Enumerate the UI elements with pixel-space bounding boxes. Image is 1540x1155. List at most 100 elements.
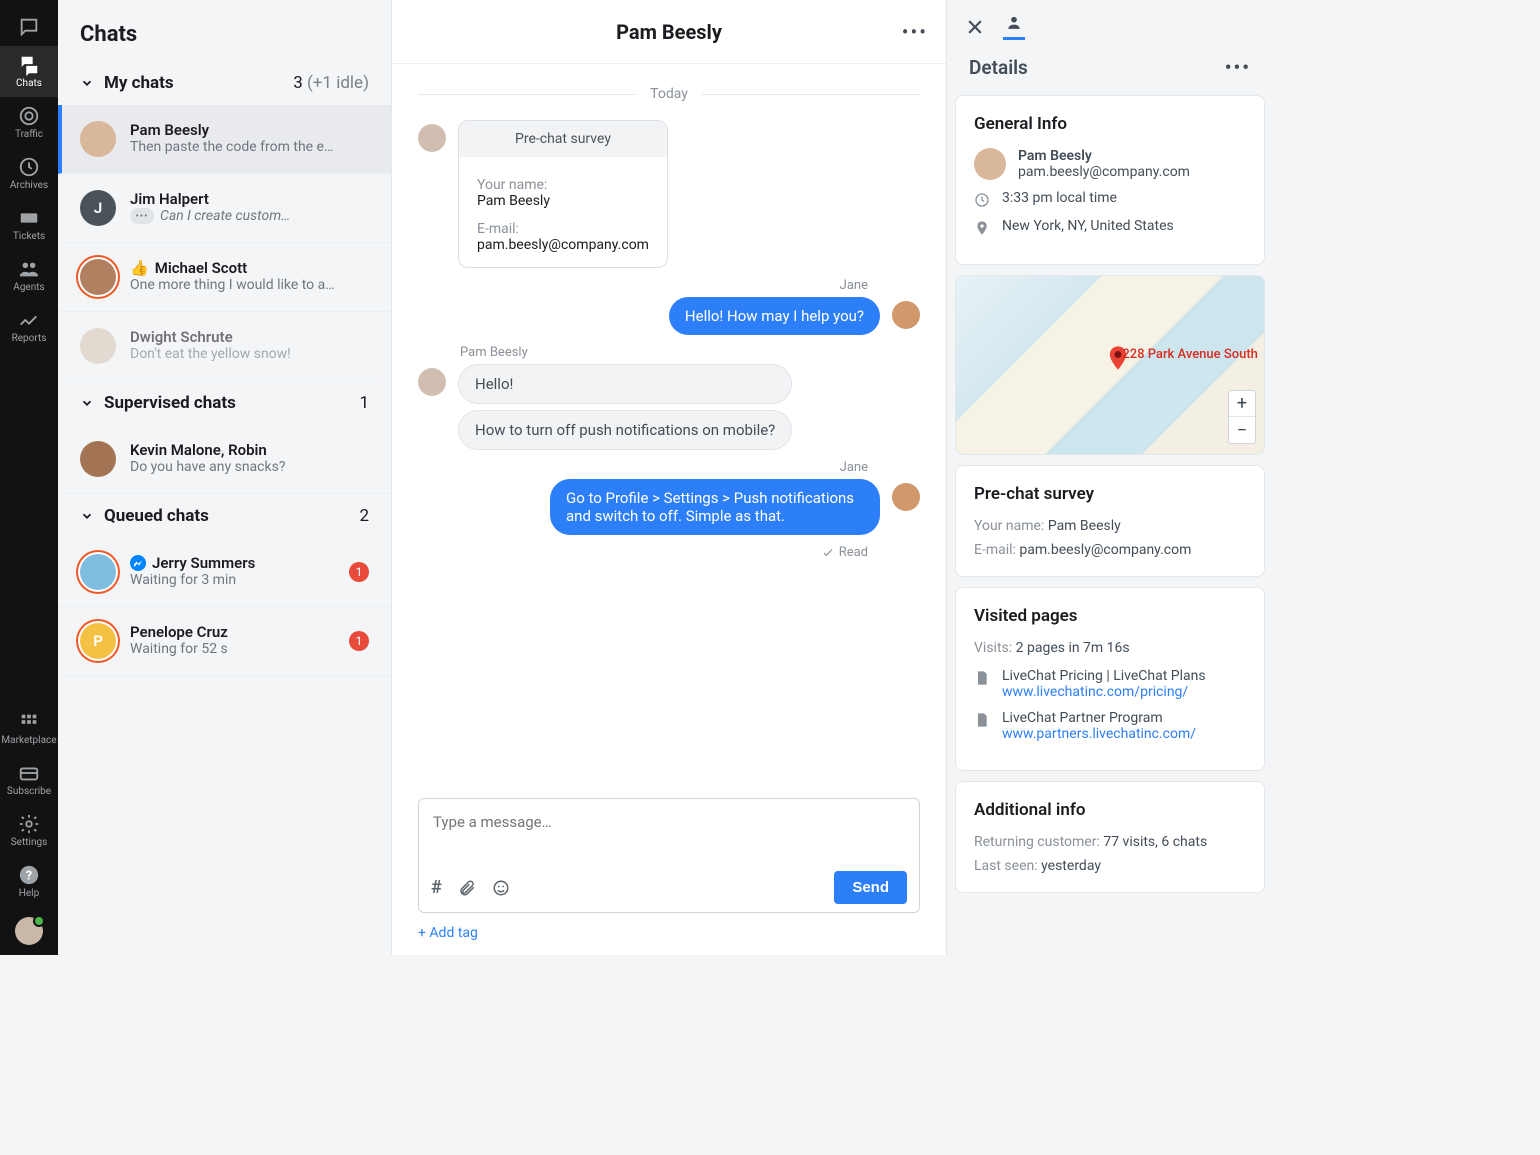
conversation-panel: Pam Beesly ••• Today Pre-chat survey You… xyxy=(392,0,947,955)
visited-page-title: LiveChat Pricing | LiveChat Plans xyxy=(1002,668,1246,684)
survey-label: E-mail: xyxy=(477,221,649,237)
unread-badge: 1 xyxy=(349,562,369,582)
chat-item[interactable]: Jerry SummersWaiting for 3 min1 xyxy=(58,538,391,607)
message-input[interactable] xyxy=(419,799,919,863)
svg-text:?: ? xyxy=(26,869,32,884)
nav-settings[interactable]: Settings xyxy=(0,805,58,856)
typing-icon: ••• xyxy=(130,208,154,224)
nav-agents[interactable]: Agents xyxy=(0,250,58,301)
nav-subscribe[interactable]: Subscribe xyxy=(0,754,58,805)
nav-reports[interactable]: Reports xyxy=(0,301,58,352)
section-my-chats[interactable]: My chats 3 (+1 idle) xyxy=(58,61,391,105)
message-composer: # Send xyxy=(418,798,920,913)
zoom-out-button[interactable]: − xyxy=(1229,417,1255,443)
message-author: Jane xyxy=(418,460,868,475)
emoji-icon[interactable] xyxy=(492,879,510,897)
map-zoom: + − xyxy=(1228,390,1256,444)
nav-label: Marketplace xyxy=(1,735,56,746)
section-queued-chats[interactable]: Queued chats 2 xyxy=(58,494,391,538)
info-value: 77 visits, 6 chats xyxy=(1103,834,1207,850)
messenger-icon xyxy=(130,555,146,571)
avatar xyxy=(80,441,116,477)
section-label: My chats xyxy=(104,73,174,93)
current-user-avatar[interactable] xyxy=(15,917,43,945)
chevron-down-icon xyxy=(80,396,94,410)
chat-preview: Waiting for 3 min xyxy=(130,572,335,588)
customer-name: Pam Beesly xyxy=(1018,148,1246,164)
conversation-title: Pam Beesly xyxy=(616,20,722,44)
chat-name: Pam Beesly xyxy=(130,121,369,139)
visited-pages-card: Visited pages Visits: 2 pages in 7m 16s … xyxy=(955,587,1265,771)
survey-value: pam.beesly@company.com xyxy=(477,237,649,253)
nav-label: Chats xyxy=(16,78,42,89)
section-count: 1 xyxy=(359,393,369,413)
more-icon[interactable]: ••• xyxy=(1225,56,1251,79)
visited-page-title: LiveChat Partner Program xyxy=(1002,710,1246,726)
chat-name: 👍Michael Scott xyxy=(130,259,369,277)
chat-preview: Then paste the code from the e… xyxy=(130,139,340,155)
chat-item[interactable]: PPenelope CruzWaiting for 52 s1 xyxy=(58,607,391,676)
chat-item[interactable]: Pam BeeslyThen paste the code from the e… xyxy=(58,105,391,174)
location-icon xyxy=(974,220,990,236)
close-icon[interactable] xyxy=(965,17,985,37)
pre-chat-survey-card: Pre-chat survey Your name: Pam Beesly E-… xyxy=(458,120,668,268)
visited-page-url[interactable]: www.partners.livechatinc.com/ xyxy=(1002,726,1246,742)
section-label: Supervised chats xyxy=(104,393,236,413)
nav-traffic[interactable]: Traffic xyxy=(0,97,58,148)
avatar: P xyxy=(80,623,116,659)
clock-icon xyxy=(974,192,990,208)
thumbs-up-icon: 👍 xyxy=(130,259,149,277)
chat-name: Penelope Cruz xyxy=(130,623,335,641)
more-icon[interactable]: ••• xyxy=(902,20,928,44)
page-title: Chats xyxy=(58,0,391,61)
avatar: J xyxy=(80,190,116,226)
nav-label: Reports xyxy=(12,333,47,344)
read-receipt: Read xyxy=(418,545,868,560)
chat-preview: Do you have any snacks? xyxy=(130,459,340,475)
zoom-in-button[interactable]: + xyxy=(1229,391,1255,417)
nav-archives[interactable]: Archives xyxy=(0,148,58,199)
nav-label: Tickets xyxy=(13,231,45,242)
paperclip-icon[interactable] xyxy=(458,879,476,897)
avatar xyxy=(80,121,116,157)
nav-label: Help xyxy=(19,888,39,899)
nav-tickets[interactable]: Tickets xyxy=(0,199,58,250)
chat-preview: Waiting for 52 s xyxy=(130,641,335,657)
chat-preview: One more thing I would like to a… xyxy=(130,277,340,293)
send-button[interactable]: Send xyxy=(834,871,907,904)
nav-label: Traffic xyxy=(15,129,43,140)
chat-item[interactable]: Kevin Malone, RobinDo you have any snack… xyxy=(58,425,391,494)
logo-icon[interactable] xyxy=(0,8,58,46)
nav-marketplace[interactable]: Marketplace xyxy=(0,703,58,754)
customer-email: pam.beesly@company.com xyxy=(1018,164,1246,180)
message-in: How to turn off push notifications on mo… xyxy=(458,410,792,450)
additional-info-card: Additional info Returning customer: 77 v… xyxy=(955,781,1265,893)
visited-page: LiveChat Partner Programwww.partners.liv… xyxy=(974,710,1246,742)
chat-item[interactable]: Dwight SchruteDon't eat the yellow snow! xyxy=(58,312,391,381)
info-label: Returning customer: xyxy=(974,834,1100,850)
hash-icon[interactable]: # xyxy=(431,877,442,898)
visits-value: 2 pages in 7m 16s xyxy=(1016,640,1130,656)
section-count: 2 xyxy=(359,506,369,526)
pre-chat-survey-card: Pre-chat survey Your name: Pam Beesly E-… xyxy=(955,465,1265,577)
check-icon xyxy=(821,546,835,560)
avatar xyxy=(418,368,446,396)
user-tab-icon[interactable] xyxy=(1003,14,1025,40)
visited-page-url[interactable]: www.livechatinc.com/pricing/ xyxy=(1002,684,1246,700)
info-label: Last seen: xyxy=(974,858,1038,874)
chat-item[interactable]: 👍Michael ScottOne more thing I would lik… xyxy=(58,243,391,312)
location-map[interactable]: 228 Park Avenue South + − xyxy=(955,275,1265,455)
avatar xyxy=(418,124,446,152)
local-time: 3:33 pm local time xyxy=(1002,190,1117,206)
nav-label: Subscribe xyxy=(7,786,51,797)
nav-chats[interactable]: Chats xyxy=(0,46,58,97)
add-tag-link[interactable]: + Add tag xyxy=(392,919,946,955)
nav-help[interactable]: ? Help xyxy=(0,856,58,907)
chat-item[interactable]: JJim Halpert•••Can I create custom… xyxy=(58,174,391,243)
nav-rail: Chats Traffic Archives Tickets Agents Re… xyxy=(0,0,58,955)
page-icon xyxy=(974,670,990,686)
survey-value: pam.beesly@company.com xyxy=(1019,542,1191,558)
section-label: Queued chats xyxy=(104,506,209,526)
section-supervised-chats[interactable]: Supervised chats 1 xyxy=(58,381,391,425)
survey-value: Pam Beesly xyxy=(477,193,649,209)
